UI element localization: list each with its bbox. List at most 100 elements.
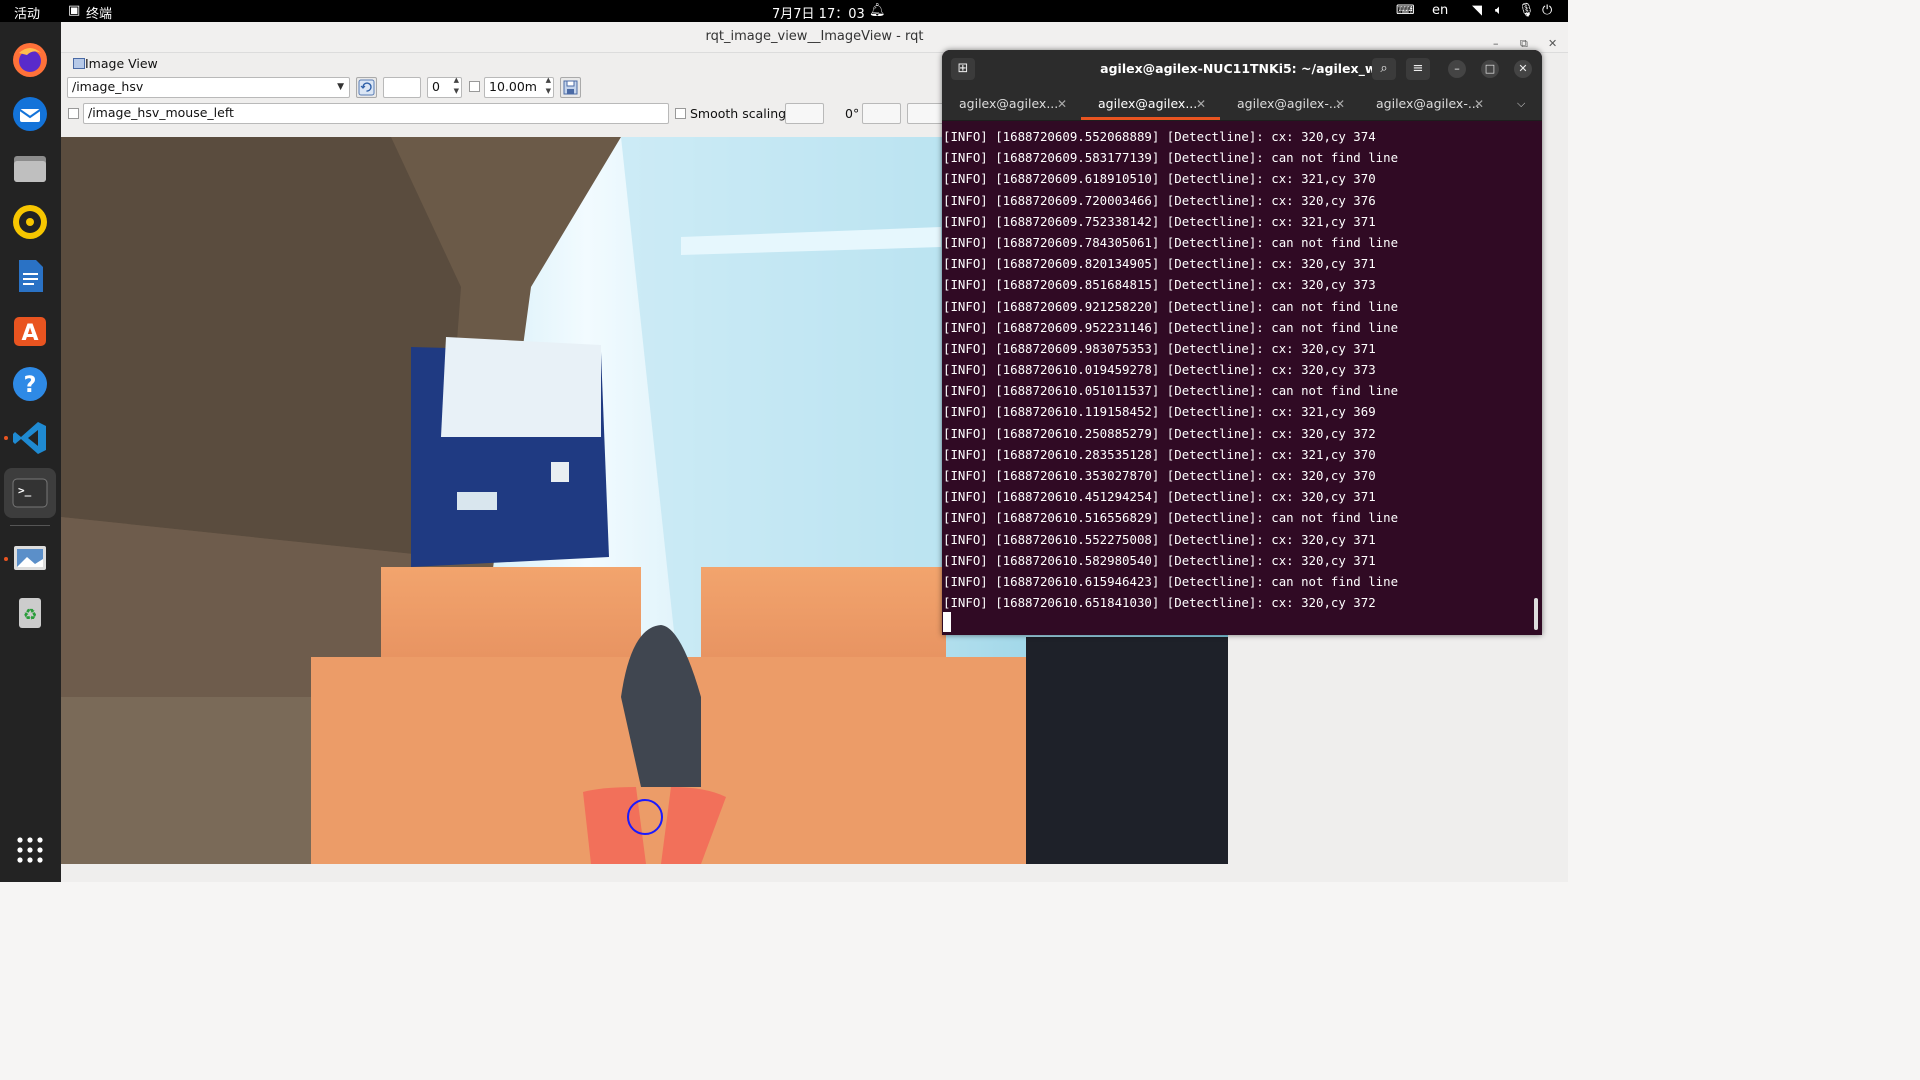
spin-arrows-icon[interactable]: ▲ ▼ bbox=[546, 75, 551, 97]
terminal-line: [INFO] [1688720609.618910510] [Detectlin… bbox=[943, 171, 1376, 187]
terminal-line: [INFO] [1688720610.516556829] [Detectlin… bbox=[943, 510, 1399, 526]
max-range-spinbox[interactable]: 10.00m ▲ ▼ bbox=[484, 75, 554, 98]
terminal-window[interactable]: ⊞ agilex@agilex-NUC11TNKi5: ~/agilex_ws … bbox=[942, 50, 1542, 635]
svg-text:♻: ♻ bbox=[23, 605, 37, 624]
smooth-scaling-checkbox[interactable] bbox=[675, 108, 686, 119]
terminal-line: [INFO] [1688720610.051011537] [Detectlin… bbox=[943, 383, 1399, 399]
vscode-icon[interactable] bbox=[8, 416, 52, 460]
close-tab-icon[interactable]: ✕ bbox=[1057, 88, 1067, 120]
minimize-button[interactable]: – bbox=[1448, 60, 1466, 78]
tab-overflow-chevron-down-icon[interactable]: ⌵ bbox=[1517, 88, 1525, 120]
image-viewer-icon[interactable] bbox=[8, 536, 52, 580]
terminal-line: [INFO] [1688720610.651841030] [Detectlin… bbox=[943, 595, 1376, 611]
trash-icon[interactable]: ♻ bbox=[8, 590, 52, 634]
terminal-line: [INFO] [1688720609.952231146] [Detectlin… bbox=[943, 319, 1399, 335]
terminal-tab[interactable]: agilex@agilex... ✕ bbox=[942, 88, 1081, 120]
save-image-button[interactable] bbox=[560, 77, 581, 98]
svg-text:>_: >_ bbox=[18, 484, 32, 497]
min-value-spinbox[interactable]: 0 ▲ ▼ bbox=[427, 75, 462, 98]
topic-combobox[interactable]: /image_hsv ▼ bbox=[67, 77, 350, 98]
smooth-scaling-label: Smooth scaling bbox=[690, 106, 787, 121]
help-icon[interactable]: ? bbox=[8, 362, 52, 406]
close-tab-icon[interactable]: ✕ bbox=[1474, 88, 1484, 120]
show-apps-icon[interactable] bbox=[8, 828, 52, 872]
svg-text:?: ? bbox=[24, 373, 37, 398]
terminal-app-icon: ▣ bbox=[68, 3, 81, 18]
dynamic-range-checkbox[interactable] bbox=[469, 81, 480, 92]
image-view-icon bbox=[73, 58, 85, 69]
terminal-line: [INFO] [1688720610.119158452] [Detectlin… bbox=[943, 404, 1376, 420]
terminal-icon[interactable]: >_ bbox=[4, 468, 56, 518]
close-button[interactable]: ✕ bbox=[1548, 29, 1557, 59]
new-tab-button[interactable]: ⊞ bbox=[951, 58, 975, 80]
rotate-left-button[interactable] bbox=[785, 103, 824, 124]
terminal-line: [INFO] [1688720610.250885279] [Detectlin… bbox=[943, 425, 1376, 441]
mouse-topic-input[interactable]: /image_hsv_mouse_left bbox=[83, 103, 669, 124]
terminal-line: [INFO] [1688720610.353027870] [Detectlin… bbox=[943, 468, 1376, 483]
svg-text:A: A bbox=[21, 321, 38, 346]
power-icon[interactable]: ⏻ bbox=[1542, 3, 1552, 18]
terminal-line: [INFO] [1688720609.720003466] [Detectlin… bbox=[943, 192, 1376, 208]
save-icon bbox=[563, 80, 578, 95]
terminal-title: agilex@agilex-NUC11TNKi5: ~/agilex_ws bbox=[1100, 61, 1384, 76]
clock[interactable]: 7月7日 17：03 bbox=[772, 3, 865, 22]
terminal-line: [INFO] [1688720610.019459278] [Detectlin… bbox=[943, 362, 1376, 378]
close-tab-icon[interactable]: ✕ bbox=[1196, 88, 1206, 120]
terminal-line: [INFO] [1688720609.583177139] [Detectlin… bbox=[943, 150, 1399, 166]
chevron-down-icon: ▼ bbox=[337, 82, 344, 92]
rhythmbox-icon[interactable] bbox=[8, 200, 52, 244]
terminal-line: [INFO] [1688720610.283535128] [Detectlin… bbox=[943, 446, 1376, 462]
terminal-line: [INFO] [1688720609.552068889] [Detectlin… bbox=[943, 129, 1376, 144]
firefox-icon[interactable] bbox=[8, 38, 52, 82]
app-center-icon[interactable]: A bbox=[8, 308, 52, 352]
terminal-line: [INFO] [1688720610.552275008] [Detectlin… bbox=[943, 531, 1376, 547]
rotation-label: 0° bbox=[845, 106, 860, 121]
maximize-button[interactable]: □ bbox=[1481, 60, 1499, 78]
terminal-line: [INFO] [1688720609.752338142] [Detectlin… bbox=[943, 213, 1376, 229]
refresh-icon bbox=[358, 79, 375, 96]
window-title: rqt_image_view__ImageView - rqt bbox=[705, 29, 924, 44]
microphone-icon[interactable]: 🎙︎ bbox=[1518, 3, 1535, 18]
close-tab-icon[interactable]: ✕ bbox=[1335, 88, 1345, 120]
terminal-headerbar[interactable]: ⊞ agilex@agilex-NUC11TNKi5: ~/agilex_ws … bbox=[942, 50, 1542, 88]
rotate-right-button[interactable] bbox=[862, 103, 901, 124]
terminal-tab-active[interactable]: agilex@agilex... ✕ bbox=[1081, 88, 1220, 120]
writer-icon[interactable] bbox=[8, 254, 52, 298]
activities-button[interactable]: 活动 bbox=[14, 3, 40, 22]
wifi-icon[interactable]: ◥ bbox=[1472, 3, 1482, 18]
topic-value: /image_hsv bbox=[72, 79, 144, 94]
spin-arrows-icon[interactable]: ▲ ▼ bbox=[454, 75, 459, 97]
keyboard-layout[interactable]: en bbox=[1432, 3, 1448, 18]
thunderbird-icon[interactable] bbox=[8, 92, 52, 136]
terminal-line: [INFO] [1688720609.784305061] [Detectlin… bbox=[943, 234, 1399, 250]
search-icon[interactable]: ⌕ bbox=[1372, 58, 1396, 80]
app-menu-label[interactable]: 终端 bbox=[86, 3, 112, 22]
terminal-line: [INFO] [1688720609.983075353] [Detectlin… bbox=[943, 340, 1376, 356]
input-method-icon[interactable]: ⌨ bbox=[1396, 3, 1415, 18]
terminal-tab-bar: agilex@agilex... ✕ agilex@agilex... ✕ agil… bbox=[942, 88, 1542, 121]
mouse-publish-checkbox[interactable] bbox=[68, 108, 79, 119]
refresh-button[interactable] bbox=[356, 77, 377, 98]
color-scheme-input[interactable] bbox=[383, 77, 421, 98]
flip-button[interactable] bbox=[907, 103, 946, 124]
notification-bell-icon: 🔔︎ bbox=[869, 3, 886, 18]
terminal-tab[interactable]: agilex@agilex-... ✕ bbox=[1220, 88, 1359, 120]
terminal-tab[interactable]: agilex@agilex-... ✕ bbox=[1359, 88, 1498, 120]
close-button[interactable]: ✕ bbox=[1514, 60, 1532, 78]
terminal-line: [INFO] [1688720610.615946423] [Detectlin… bbox=[943, 573, 1399, 589]
terminal-line: [INFO] [1688720610.582980540] [Detectlin… bbox=[943, 552, 1376, 568]
plugin-title: Image View bbox=[73, 56, 158, 71]
window-titlebar[interactable]: rqt_image_view__ImageView - rqt – ⧉ ✕ bbox=[61, 22, 1568, 53]
top-bar: 活动 ▣ 终端 7月7日 17：03 🔔︎ ⌨ en ◥ 🔈︎ 🎙︎ ⏻ bbox=[0, 0, 1568, 22]
files-icon[interactable] bbox=[8, 146, 52, 190]
terminal-scrollbar[interactable] bbox=[1534, 598, 1538, 630]
dock-separator bbox=[10, 525, 50, 526]
terminal-output[interactable]: [INFO] [1688720609.552068889] [Detectlin… bbox=[943, 126, 1533, 613]
hamburger-menu-icon[interactable]: ≡ bbox=[1406, 58, 1430, 80]
volume-icon[interactable]: 🔈︎ bbox=[1495, 3, 1503, 18]
terminal-cursor bbox=[943, 612, 951, 632]
terminal-line: [INFO] [1688720609.820134905] [Detectlin… bbox=[943, 256, 1376, 272]
terminal-line: [INFO] [1688720609.921258220] [Detectlin… bbox=[943, 298, 1399, 314]
terminal-line: [INFO] [1688720609.851684815] [Detectlin… bbox=[943, 277, 1376, 293]
dock: A ? >_ ♻ bbox=[0, 22, 61, 882]
